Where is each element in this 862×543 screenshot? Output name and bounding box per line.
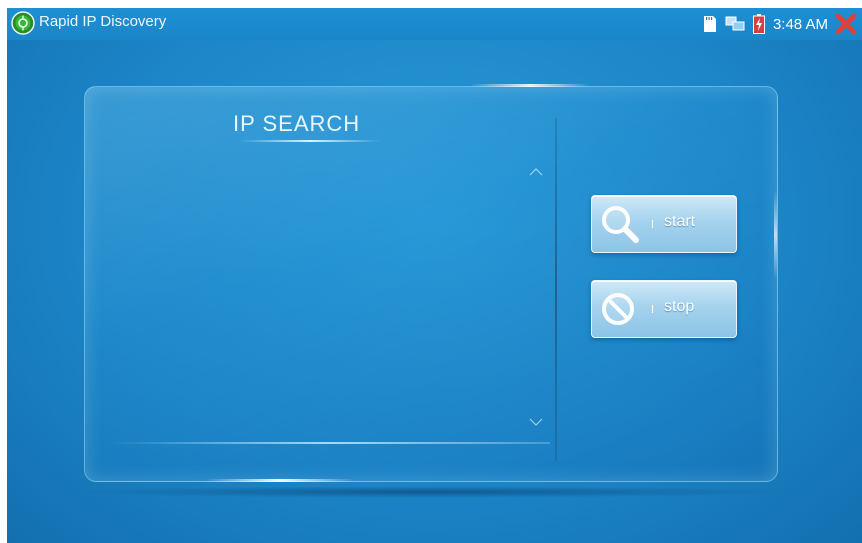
list-underline — [110, 442, 550, 444]
ip-results-list[interactable] — [100, 150, 540, 440]
panel-divider — [555, 118, 557, 462]
panel-glow-top — [470, 84, 590, 87]
sd-card-icon — [703, 15, 717, 33]
stop-icon — [602, 293, 634, 325]
app-globe-icon — [11, 11, 35, 35]
stop-separator — [652, 305, 653, 313]
app-title: Rapid IP Discovery — [39, 13, 167, 30]
panel-glow-bottom — [205, 479, 355, 482]
network-icon — [725, 16, 745, 32]
start-separator — [652, 220, 653, 228]
panel-shadow — [76, 486, 784, 498]
stop-label: stop — [664, 298, 695, 315]
close-icon[interactable] — [834, 13, 858, 35]
start-label: start — [664, 213, 696, 230]
battery-charging-icon — [752, 14, 765, 34]
status-bar: 3:48 AM — [703, 12, 858, 36]
start-button[interactable]: start — [591, 195, 737, 253]
status-clock: 3:48 AM — [772, 15, 828, 33]
title-underline — [240, 140, 380, 142]
stop-button[interactable]: stop — [591, 280, 737, 338]
ip-search-title: IP SEARCH — [233, 111, 361, 136]
panel-glow-right — [774, 190, 777, 280]
search-icon — [602, 206, 639, 243]
title-bar: Rapid IP Discovery 3:48 AM — [7, 8, 862, 40]
scroll-down-chevron-icon[interactable] — [528, 416, 544, 428]
scroll-up-chevron-icon[interactable] — [528, 166, 544, 178]
